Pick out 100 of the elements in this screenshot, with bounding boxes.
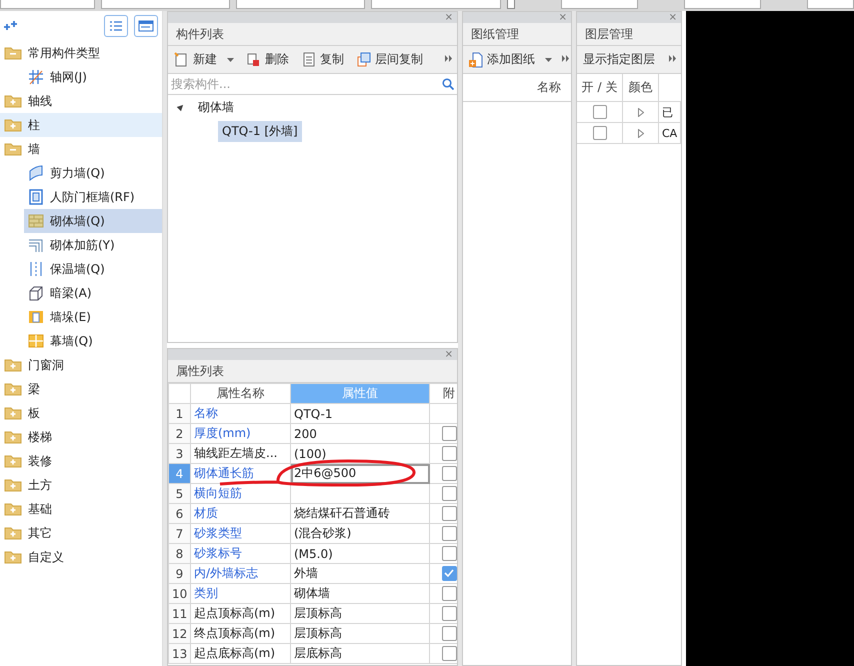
tree-item[interactable]: 暗梁(A) [24, 281, 162, 305]
list-view-button[interactable] [104, 15, 128, 37]
add-icon[interactable] [4, 21, 18, 31]
tree-item[interactable]: 轴网(J) [24, 65, 162, 89]
row-number: 6 [168, 504, 190, 524]
tree-item[interactable]: 板 [0, 401, 162, 425]
property-name: 横向短筋 [190, 484, 290, 504]
checkbox[interactable] [442, 646, 456, 661]
input-field[interactable] [561, 0, 638, 9]
value-field[interactable]: 2中6@500 [290, 464, 430, 484]
column-header[interactable]: 颜色 [628, 79, 652, 96]
column-header[interactable]: 附 [430, 384, 457, 404]
check-icon [442, 567, 454, 578]
checkbox[interactable] [442, 606, 456, 621]
row-number: 4 [168, 464, 190, 484]
checkbox[interactable] [442, 566, 456, 581]
delete-file-icon [246, 52, 261, 67]
tree-item[interactable]: 保温墙(Q) [24, 257, 162, 281]
new-file-icon [174, 52, 189, 67]
column-header[interactable]: 属性名称 [190, 384, 290, 404]
property-name: 砌体通长筋 [190, 464, 290, 484]
property-name: 砂浆类型 [190, 524, 290, 544]
column-header[interactable]: 名称 [537, 79, 561, 96]
folder-icon [4, 502, 22, 516]
copy-layers-icon [356, 52, 371, 67]
input-field[interactable] [684, 0, 762, 9]
tree-item[interactable]: 墙垛(E) [24, 305, 162, 329]
column-header[interactable]: 开 / 关 [582, 79, 618, 96]
property-name: 类别 [190, 584, 290, 604]
checkbox[interactable] [442, 546, 456, 561]
toolbar-button[interactable]: 删除 [244, 51, 291, 68]
expander-icon[interactable] [176, 102, 186, 112]
input-field[interactable] [807, 0, 854, 9]
checkbox[interactable] [442, 486, 456, 501]
toolbar-button[interactable]: 层间复制 [354, 51, 425, 68]
tree-item[interactable]: 楼梯 [0, 425, 162, 449]
property-value: 200 [290, 424, 430, 444]
property-name: 砂浆标号 [190, 544, 290, 564]
checkbox[interactable] [592, 126, 606, 140]
add-file-icon [469, 52, 483, 68]
tree-item[interactable]: 轴线 [0, 89, 162, 113]
input-field[interactable] [236, 0, 366, 9]
property-name: 厚度(mm) [190, 424, 290, 444]
tree-item[interactable]: 自定义 [0, 545, 162, 569]
input-field[interactable] [0, 0, 95, 9]
property-name: 名称 [190, 404, 290, 424]
brick-wall-icon [28, 213, 44, 229]
more-button[interactable] [669, 55, 677, 64]
toolbar-button[interactable]: 新建 [172, 51, 236, 68]
window-icon [138, 20, 154, 32]
tree-item[interactable]: 幕墙(Q) [24, 329, 162, 353]
row-number: 3 [168, 444, 190, 464]
property-value: (混合砂浆) [290, 524, 430, 544]
tree-item[interactable]: QTQ-1 [外墙] [218, 120, 302, 142]
property-value: 层顶标高 [290, 624, 430, 644]
checkbox[interactable] [442, 586, 456, 601]
property-value: 外墙 [290, 564, 430, 584]
search-field[interactable]: 搜索构件... [171, 77, 442, 91]
more-button[interactable] [445, 55, 453, 64]
tree-item[interactable]: 柱 [0, 113, 162, 137]
expand-arrow-icon[interactable] [638, 128, 644, 138]
tree-item[interactable]: 剪力墙(Q) [24, 161, 162, 185]
toolbar-button[interactable]: 复制 [299, 51, 346, 68]
checkbox[interactable] [442, 526, 456, 541]
list-icon [109, 20, 123, 32]
input-field[interactable] [371, 0, 501, 9]
tree-item[interactable]: 常用构件类型 [0, 41, 162, 65]
tree-item[interactable]: 基础 [0, 497, 162, 521]
property-value: (M5.0) [290, 544, 430, 564]
checkbox[interactable] [442, 506, 456, 521]
checkbox[interactable] [506, 0, 516, 9]
tree-item[interactable]: 土方 [0, 473, 162, 497]
checkbox[interactable] [442, 466, 456, 481]
property-name: 起点底标高(m) [190, 644, 290, 664]
tree-item[interactable]: 砌体墙(Q) [24, 209, 162, 233]
tree-item[interactable]: 其它 [0, 521, 162, 545]
expand-arrow-icon[interactable] [638, 108, 644, 116]
checkbox[interactable] [442, 446, 456, 461]
tree-item[interactable]: 装修 [0, 449, 162, 473]
tree-item[interactable]: 墙 [0, 137, 162, 161]
tree-item[interactable]: 梁 [0, 377, 162, 401]
row-number: 9 [168, 564, 190, 584]
tree-item[interactable]: 砌体墙 [194, 96, 238, 118]
more-button[interactable] [562, 55, 570, 64]
checkbox[interactable] [442, 426, 456, 441]
folder-icon [4, 358, 22, 372]
folder-icon [4, 118, 22, 132]
tree-item[interactable]: 人防门框墙(RF) [24, 185, 162, 209]
tree-item[interactable]: 砌体加筋(Y) [24, 233, 162, 257]
checkbox[interactable] [442, 626, 456, 641]
checkbox[interactable] [592, 105, 606, 119]
window-view-button[interactable] [134, 15, 158, 37]
tree-item[interactable]: 门窗洞 [0, 353, 162, 377]
rebar-icon [28, 237, 44, 253]
row-number: 5 [168, 484, 190, 504]
frame-wall-icon [28, 189, 44, 205]
input-field[interactable] [100, 0, 230, 9]
folder-icon [4, 550, 22, 564]
layer-name: 已 [662, 104, 673, 120]
search-icon[interactable] [442, 78, 454, 90]
